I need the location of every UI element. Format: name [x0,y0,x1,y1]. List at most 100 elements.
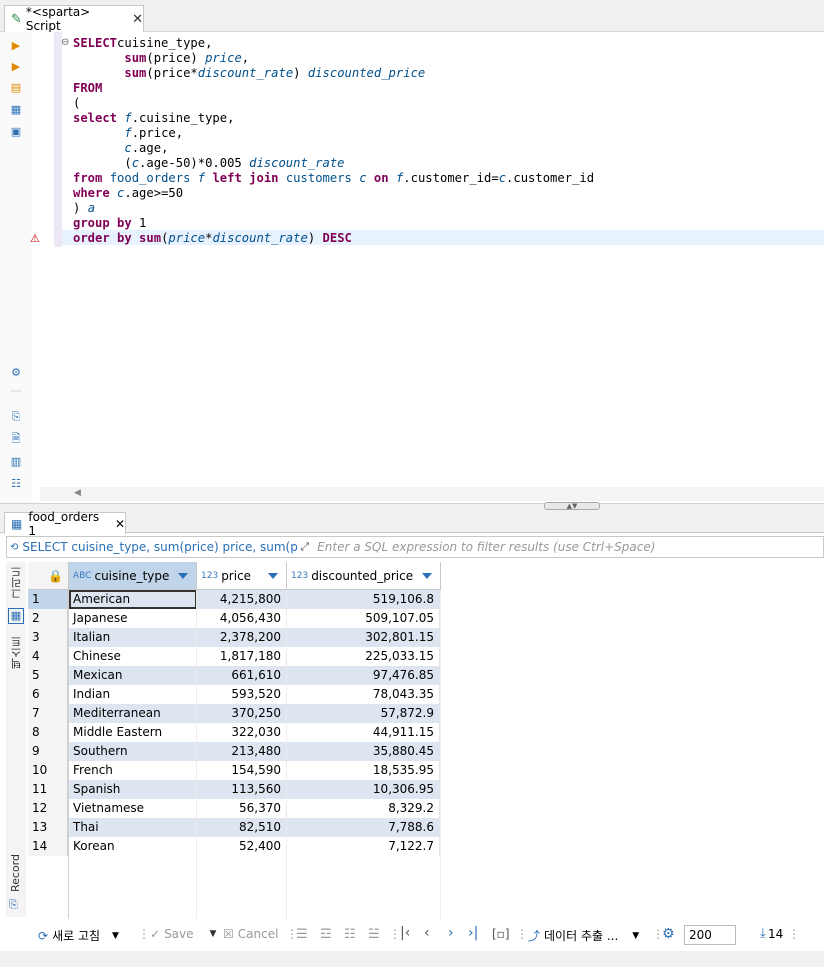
chevron-down-icon[interactable]: ▼ [632,931,639,941]
table-cell[interactable]: 593,520 [197,685,287,704]
first-page-icon[interactable]: |‹ [400,925,410,941]
results-tab[interactable]: ▦ food_orders 1 ✕ [4,510,126,538]
settings-gear-icon[interactable]: ⚙ [9,365,23,379]
table-cell[interactable]: 57,872.9 [287,704,440,723]
row-number[interactable]: 6 [28,685,68,704]
execute-statement-icon[interactable]: ▶ [9,38,23,52]
table-cell[interactable]: 113,560 [197,780,287,799]
table-cell[interactable]: Italian [69,628,197,647]
close-icon[interactable]: ✕ [115,517,125,531]
row-number[interactable]: 1 [28,590,68,609]
sort-arrow-icon[interactable] [422,573,432,579]
table-cell[interactable]: 56,370 [197,799,287,818]
table-cell[interactable]: 35,880.45 [287,742,440,761]
table-cell[interactable]: 4,056,430 [197,609,287,628]
table-cell[interactable]: French [69,761,197,780]
table-row[interactable]: 5 Mexican 661,610 97,476.85 [28,666,440,685]
output-console-icon[interactable]: ▣ [9,124,23,138]
row-number[interactable]: 12 [28,799,68,818]
row-number[interactable]: 2 [28,609,68,628]
export-file-icon[interactable]: ⎘ [9,410,23,424]
sql-line[interactable]: ) a [73,201,594,216]
sql-line[interactable]: SELECTcuisine_type, [73,36,594,51]
table-cell[interactable]: 302,801.15 [287,628,440,647]
table-cell[interactable]: 18,535.95 [287,761,440,780]
text-view-tab[interactable]: 텍스트 [9,636,25,669]
column-header-discounted-price[interactable]: 123 discounted_price [287,562,441,590]
table-cell[interactable]: American [69,590,197,609]
load-file-icon[interactable]: 🗎 [9,432,23,446]
sql-line[interactable]: group by 1 [73,216,594,231]
table-cell[interactable]: 78,043.35 [287,685,440,704]
chevron-down-icon[interactable]: ▼ [210,929,217,939]
table-cell[interactable]: Korean [69,837,197,856]
add-row-icon[interactable]: ☰ [296,927,308,942]
table-row[interactable]: 6 Indian 593,520 78,043.35 [28,685,440,704]
column-header-cuisine-type[interactable]: ABC cuisine_type [69,562,197,590]
fetch-size-input[interactable]: 200 [684,925,736,945]
splitter-handle-icon[interactable]: ▲▼ [544,502,600,510]
outline-icon[interactable]: ☷ [9,476,23,490]
table-cell[interactable]: 225,033.15 [287,647,440,666]
export-data-button[interactable]: ⤴ 데이터 추출 ... ▼ [528,927,639,944]
row-number[interactable]: 14 [28,837,68,856]
table-cell[interactable]: 2,378,200 [197,628,287,647]
table-row[interactable]: 12 Vietnamese 56,370 8,329.2 [28,799,440,818]
sql-line[interactable]: c.age, [73,141,594,156]
settings-gear-icon[interactable]: ⚙ [662,926,675,942]
table-cell[interactable]: 10,306.95 [287,780,440,799]
table-cell[interactable]: 213,480 [197,742,287,761]
row-number[interactable]: 9 [28,742,68,761]
sql-code[interactable]: SELECTcuisine_type, sum(price) price, su… [73,36,594,246]
refresh-button[interactable]: ⟳ 새로 고침 ▼ [38,927,119,944]
table-cell[interactable]: 4,215,800 [197,590,287,609]
chevron-down-icon[interactable]: ▼ [112,931,119,941]
row-number[interactable]: 8 [28,723,68,742]
sql-line[interactable]: sum(price) price, [73,51,594,66]
table-cell[interactable]: 370,250 [197,704,287,723]
sql-line[interactable]: (c.age-50)*0.005 discount_rate [73,156,594,171]
table-cell[interactable]: 52,400 [197,837,287,856]
row-number[interactable]: 7 [28,704,68,723]
execute-in-new-tab-icon[interactable]: ▶ [9,59,23,73]
sql-line[interactable]: select f.cuisine_type, [73,111,594,126]
table-row[interactable]: 9 Southern 213,480 35,880.45 [28,742,440,761]
execute-script-icon[interactable]: ▤ [9,80,23,94]
sql-line[interactable]: ( [73,96,594,111]
record-view-tab[interactable]: Record [9,854,22,892]
table-row[interactable]: 2 Japanese 4,056,430 509,107.05 [28,609,440,628]
sql-line[interactable]: sum(price*discount_rate) discounted_pric… [73,66,594,81]
row-number[interactable]: 13 [28,818,68,837]
sql-line[interactable]: f.price, [73,126,594,141]
table-cell[interactable]: 322,030 [197,723,287,742]
table-row[interactable]: 7 Mediterranean 370,250 57,872.9 [28,704,440,723]
sql-line[interactable]: order by sum(price*discount_rate) DESC [73,231,594,246]
table-row[interactable]: 4 Chinese 1,817,180 225,033.15 [28,647,440,666]
grid-view-tab[interactable]: 그리드 [9,566,25,599]
row-number[interactable]: 4 [28,647,68,666]
table-row[interactable]: 11 Spanish 113,560 10,306.95 [28,780,440,799]
script-tab[interactable]: ✎ *<sparta> Script ✕ [4,5,144,33]
table-cell[interactable]: Mexican [69,666,197,685]
table-cell[interactable]: 44,911.15 [287,723,440,742]
table-cell[interactable]: 519,106.8 [287,590,440,609]
table-cell[interactable]: 97,476.85 [287,666,440,685]
panel-splitter[interactable]: ▲▼ [0,502,824,511]
table-cell[interactable]: Thai [69,818,197,837]
table-cell[interactable]: 7,122.7 [287,837,440,856]
sql-line[interactable]: FROM [73,81,594,96]
expand-icon[interactable]: ⤢ [298,540,309,554]
fetch-all-icon[interactable]: [▫] [492,927,510,941]
sort-arrow-icon[interactable] [268,573,278,579]
fold-collapse-icon[interactable]: ⊖ [61,37,69,48]
sql-line[interactable]: from food_orders f left join customers c… [73,171,594,186]
table-cell[interactable]: Japanese [69,609,197,628]
previous-page-icon[interactable]: ‹ [424,925,430,941]
table-row[interactable]: 8 Middle Eastern 322,030 44,911.15 [28,723,440,742]
table-cell[interactable]: Southern [69,742,197,761]
table-cell[interactable]: Spanish [69,780,197,799]
table-cell[interactable]: 7,788.6 [287,818,440,837]
row-number[interactable]: 11 [28,780,68,799]
format-sql-icon[interactable]: ▥ [9,454,23,468]
edit-row-icon[interactable]: ☱ [368,927,380,942]
